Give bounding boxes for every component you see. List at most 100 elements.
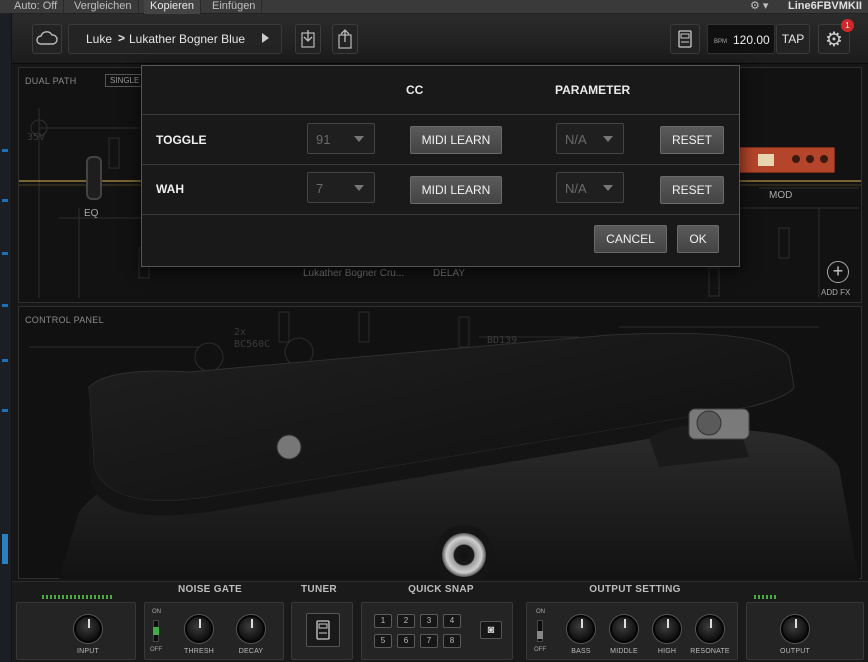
thresh-knob[interactable]: [185, 615, 213, 643]
quick-snap-title: QUICK SNAP: [408, 584, 474, 595]
divider: [142, 214, 739, 215]
output-meter: [754, 595, 778, 599]
output-knob[interactable]: [781, 615, 809, 643]
tuner-icon: [316, 620, 330, 640]
mod-label: MOD: [769, 190, 793, 201]
copy-button[interactable]: Kopieren: [144, 0, 202, 14]
eq-label: EQ: [84, 208, 99, 219]
preset-selector[interactable]: Luke > Lukather Bogner Blue: [68, 24, 282, 54]
toggle-parameter-value: N/A: [565, 132, 587, 147]
wah-pedal-image[interactable]: [49, 327, 859, 579]
toggle-parameter-select[interactable]: N/A: [556, 123, 624, 154]
device-name: Line6FBVMKII: [788, 0, 862, 12]
host-toolbar: Auto: Off Vergleichen Kopieren Einfügen …: [0, 0, 868, 14]
left-track-strip: [0, 14, 12, 662]
output-panel: OUTPUT: [746, 602, 864, 660]
input-knob[interactable]: [74, 615, 102, 643]
bass-knob[interactable]: [567, 615, 595, 643]
breadcrumb-parent[interactable]: Luke: [86, 32, 112, 46]
noise-gate-panel: ON OFF THRESH DECAY: [144, 602, 284, 660]
wah-midi-learn-button[interactable]: MIDI LEARN: [410, 176, 502, 204]
control-panel: CONTROL PANEL 2x BC560C BD139: [18, 306, 862, 579]
snap-button-1[interactable]: 1: [374, 614, 392, 628]
wah-parameter-value: N/A: [565, 181, 587, 196]
tap-button[interactable]: TAP: [776, 24, 810, 54]
pedal-icon: [678, 30, 692, 48]
cancel-button[interactable]: CANCEL: [594, 225, 667, 253]
snap-button-2[interactable]: 2: [397, 614, 415, 628]
decay-label: DECAY: [238, 648, 264, 655]
output-on-label: ON: [536, 609, 545, 615]
input-panel: INPUT: [16, 602, 136, 660]
chevron-down-icon: [603, 185, 613, 191]
high-knob[interactable]: [653, 615, 681, 643]
plugin-window: Luke > Lukather Bogner Blue BPM 120.00 T…: [12, 14, 868, 662]
camera-icon[interactable]: ◙: [480, 621, 502, 639]
resonate-label: RESONATE: [690, 648, 730, 655]
cloud-button[interactable]: [32, 24, 62, 54]
plugin-header: Luke > Lukather Bogner Blue BPM 120.00 T…: [12, 14, 868, 64]
snap-button-7[interactable]: 7: [420, 634, 438, 648]
snap-button-8[interactable]: 8: [443, 634, 461, 648]
toggle-reset-button[interactable]: RESET: [660, 126, 724, 154]
cloud-icon: [36, 31, 58, 45]
mod-pedal-block[interactable]: [739, 147, 835, 173]
snap-button-5[interactable]: 5: [374, 634, 392, 648]
wah-cc-select[interactable]: 7: [307, 172, 375, 203]
tuner-title: TUNER: [301, 584, 337, 595]
breadcrumb-separator-icon: >: [118, 31, 126, 45]
output-toggle[interactable]: [537, 620, 543, 642]
download-icon: [301, 30, 315, 48]
output-label: OUTPUT: [780, 648, 810, 655]
bpm-display[interactable]: BPM 120.00: [707, 24, 775, 54]
eq-block[interactable]: [86, 156, 102, 200]
cc-column-header: CC: [406, 83, 424, 97]
noise-gate-toggle[interactable]: [153, 620, 159, 642]
snap-button-4[interactable]: 4: [443, 614, 461, 628]
wah-row-label: WAH: [156, 182, 184, 196]
settings-button[interactable]: ⚙ 1: [818, 19, 854, 54]
toggle-cc-select[interactable]: 91: [307, 123, 375, 154]
resonate-knob[interactable]: [696, 615, 724, 643]
schematic-text: 35V: [27, 132, 46, 143]
share-icon: [338, 29, 352, 49]
input-label: INPUT: [77, 648, 99, 655]
ok-button[interactable]: OK: [677, 225, 719, 253]
bottom-control-bar: NOISE GATE TUNER QUICK SNAP OUTPUT SETTI…: [12, 581, 868, 662]
midi-mapping-dialog: CC PARAMETER TOGGLE 91 MIDI LEARN N/A RE…: [141, 65, 740, 267]
bpm-value: 120.00: [733, 33, 770, 47]
wah-parameter-select[interactable]: N/A: [556, 172, 624, 203]
toggle-midi-learn-button[interactable]: MIDI LEARN: [410, 126, 502, 154]
chevron-down-icon: [354, 136, 364, 142]
delay-label: DELAY: [433, 268, 466, 279]
add-fx-icon[interactable]: +: [827, 261, 849, 283]
tuner-button[interactable]: [306, 613, 340, 647]
export-button[interactable]: [332, 24, 358, 54]
chevron-down-icon: [603, 136, 613, 142]
wah-cc-value: 7: [316, 181, 324, 196]
snap-button-3[interactable]: 3: [420, 614, 438, 628]
auto-off-button[interactable]: Auto: Off: [8, 0, 65, 14]
host-gear-icon[interactable]: ⚙ ▾: [744, 0, 774, 14]
decay-knob[interactable]: [237, 615, 265, 643]
toggle-row-label: TOGGLE: [156, 133, 207, 147]
gear-icon: ⚙: [825, 29, 843, 51]
preset-name: Lukather Bogner Blue: [129, 32, 246, 46]
quick-snap-panel: 1 2 3 4 5 6 7 8 ◙: [361, 602, 513, 660]
snap-button-6[interactable]: 6: [397, 634, 415, 648]
noise-gate-off-label: OFF: [150, 647, 162, 653]
import-button[interactable]: [295, 24, 321, 54]
divider: [142, 114, 739, 115]
notification-badge: 1: [841, 19, 854, 32]
parameter-column-header: PARAMETER: [555, 83, 631, 97]
wah-reset-button[interactable]: RESET: [660, 176, 724, 204]
bpm-label: BPM: [714, 39, 728, 45]
output-setting-panel: ON OFF BASS MIDDLE HIGH RESONATE: [526, 602, 738, 660]
pedal-button[interactable]: [670, 24, 700, 54]
tuner-panel: [291, 602, 353, 660]
compare-button[interactable]: Vergleichen: [68, 0, 139, 14]
add-fx-label: ADD FX: [821, 288, 851, 297]
paste-button[interactable]: Einfügen: [206, 0, 263, 14]
play-arrow-icon[interactable]: [262, 33, 269, 43]
middle-knob[interactable]: [610, 615, 638, 643]
